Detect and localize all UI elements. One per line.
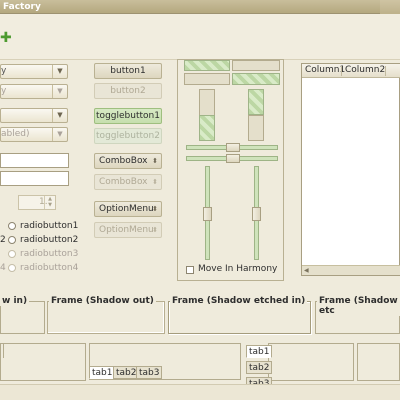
move-harmony-label: Move In Harmony [198, 264, 278, 274]
combo-entry-4: abled) ▼ [0, 127, 68, 142]
notebook-1-tab-3[interactable]: tab3 [136, 366, 163, 379]
hscrollbar-top-right[interactable] [232, 60, 280, 71]
combobox-button-2: ComboBox ⬍ [94, 174, 162, 190]
radio-button-2[interactable] [8, 236, 16, 244]
combo-entry-2[interactable]: y ▼ [0, 84, 68, 99]
toggle-button-2: togglebutton2 [94, 128, 162, 144]
scales-frame [177, 59, 284, 281]
frame-shadow-etched-in-title: Frame (Shadow etched in) [170, 296, 308, 306]
notebook-left [0, 343, 86, 381]
notebook-left-tab[interactable] [0, 343, 4, 358]
column-separator[interactable] [341, 66, 342, 76]
button-2: button2 [94, 83, 162, 99]
hscrollbar-top-left[interactable] [184, 60, 230, 71]
bottom-strip [0, 384, 400, 400]
frame-shadow-in-title: w in) [0, 296, 30, 306]
combo-entry-4-text: abled) [1, 129, 30, 139]
chevron-down-icon: ▼ [52, 128, 67, 141]
column-header-2[interactable]: Column2 [345, 64, 385, 77]
radio-button-1[interactable] [8, 222, 16, 230]
vscrollbar-2-thumb[interactable] [248, 89, 264, 115]
chevron-down-icon[interactable]: ▼ [52, 109, 67, 122]
combo-entry-1[interactable]: y ▼ [0, 64, 68, 79]
radio-label-3: radiobutton3 [20, 249, 79, 259]
combobox-2-label: ComboBox [99, 177, 148, 187]
chevron-down-icon[interactable]: ▼ [52, 65, 67, 78]
chevron-down-icon: ▼ [52, 85, 67, 98]
toolbar [0, 14, 400, 60]
updown-arrow-icon: ⬍ [152, 178, 158, 186]
spin-button: 1. ▲ ▼ [18, 195, 56, 210]
combo-entry-2-text: y [1, 86, 7, 96]
option-menu-1[interactable]: OptionMenu ⬍ [94, 201, 162, 217]
combo-entry-3[interactable]: ▼ [0, 108, 68, 123]
frame-shadow-etched-out-title: Frame (Shadow etc [317, 296, 400, 316]
option-menu-2-label: OptionMenu [99, 225, 154, 235]
radio-label-2: radiobutton2 [20, 235, 79, 245]
radio-label-1: radiobutton1 [20, 221, 79, 231]
updown-arrow-icon: ⬍ [152, 226, 158, 234]
combobox-button-1[interactable]: ComboBox ⬍ [94, 153, 162, 169]
radio-button-3 [8, 250, 16, 258]
hscrollbar-trough-2[interactable] [232, 73, 280, 85]
spin-arrows-icon: ▲ ▼ [44, 196, 55, 209]
hscale-1-slider[interactable] [226, 143, 240, 152]
tree-view[interactable]: Column1 Column2 ◀ [301, 63, 400, 276]
window-title: Factory [3, 2, 41, 12]
text-entry-1[interactable] [0, 153, 69, 168]
add-icon[interactable]: ✚ [0, 31, 12, 46]
combo-entry-1-text: y [1, 66, 7, 76]
notebook-2-tab-2[interactable]: tab2 [246, 361, 273, 374]
scroll-left-icon[interactable]: ◀ [304, 266, 309, 275]
notebook-right [357, 343, 400, 381]
toggle-button-1[interactable]: togglebutton1 [94, 108, 162, 124]
column-separator[interactable] [385, 66, 386, 76]
tree-header: Column1 Column2 [302, 64, 400, 78]
move-harmony-checkbox[interactable] [186, 266, 194, 274]
hscale-2-slider[interactable] [226, 154, 240, 163]
column-header-1[interactable]: Column1 [305, 64, 345, 77]
combobox-1-label: ComboBox [99, 156, 148, 166]
text-entry-2[interactable] [0, 171, 69, 186]
vscrollbar-1-thumb[interactable] [199, 115, 215, 141]
tree-hscrollbar[interactable]: ◀ [302, 265, 400, 275]
radio-button-4 [8, 264, 16, 272]
notebook-1-tab-1[interactable]: tab1 [89, 366, 116, 379]
window-titlebar[interactable]: Factory [0, 0, 400, 14]
updown-arrow-icon: ⬍ [152, 205, 158, 213]
updown-arrow-icon: ⬍ [152, 157, 158, 165]
frame-shadow-out-title: Frame (Shadow out) [49, 296, 156, 306]
notebook-2-tab-1[interactable]: tab1 [246, 345, 273, 358]
hscrollbar-trough-1[interactable] [184, 73, 230, 85]
radio-label-4: radiobutton4 [20, 263, 79, 273]
vscale-1-slider[interactable] [203, 207, 212, 221]
notebook-2 [268, 343, 354, 381]
option-menu-1-label: OptionMenu [99, 204, 154, 214]
radio-prefix-4: 4 [0, 263, 6, 273]
radio-prefix-2: 2 [0, 235, 6, 245]
option-menu-2: OptionMenu ⬍ [94, 222, 162, 238]
vscale-2-slider[interactable] [252, 207, 261, 221]
button-1[interactable]: button1 [94, 63, 162, 79]
vscrollbar-2[interactable] [248, 115, 264, 141]
